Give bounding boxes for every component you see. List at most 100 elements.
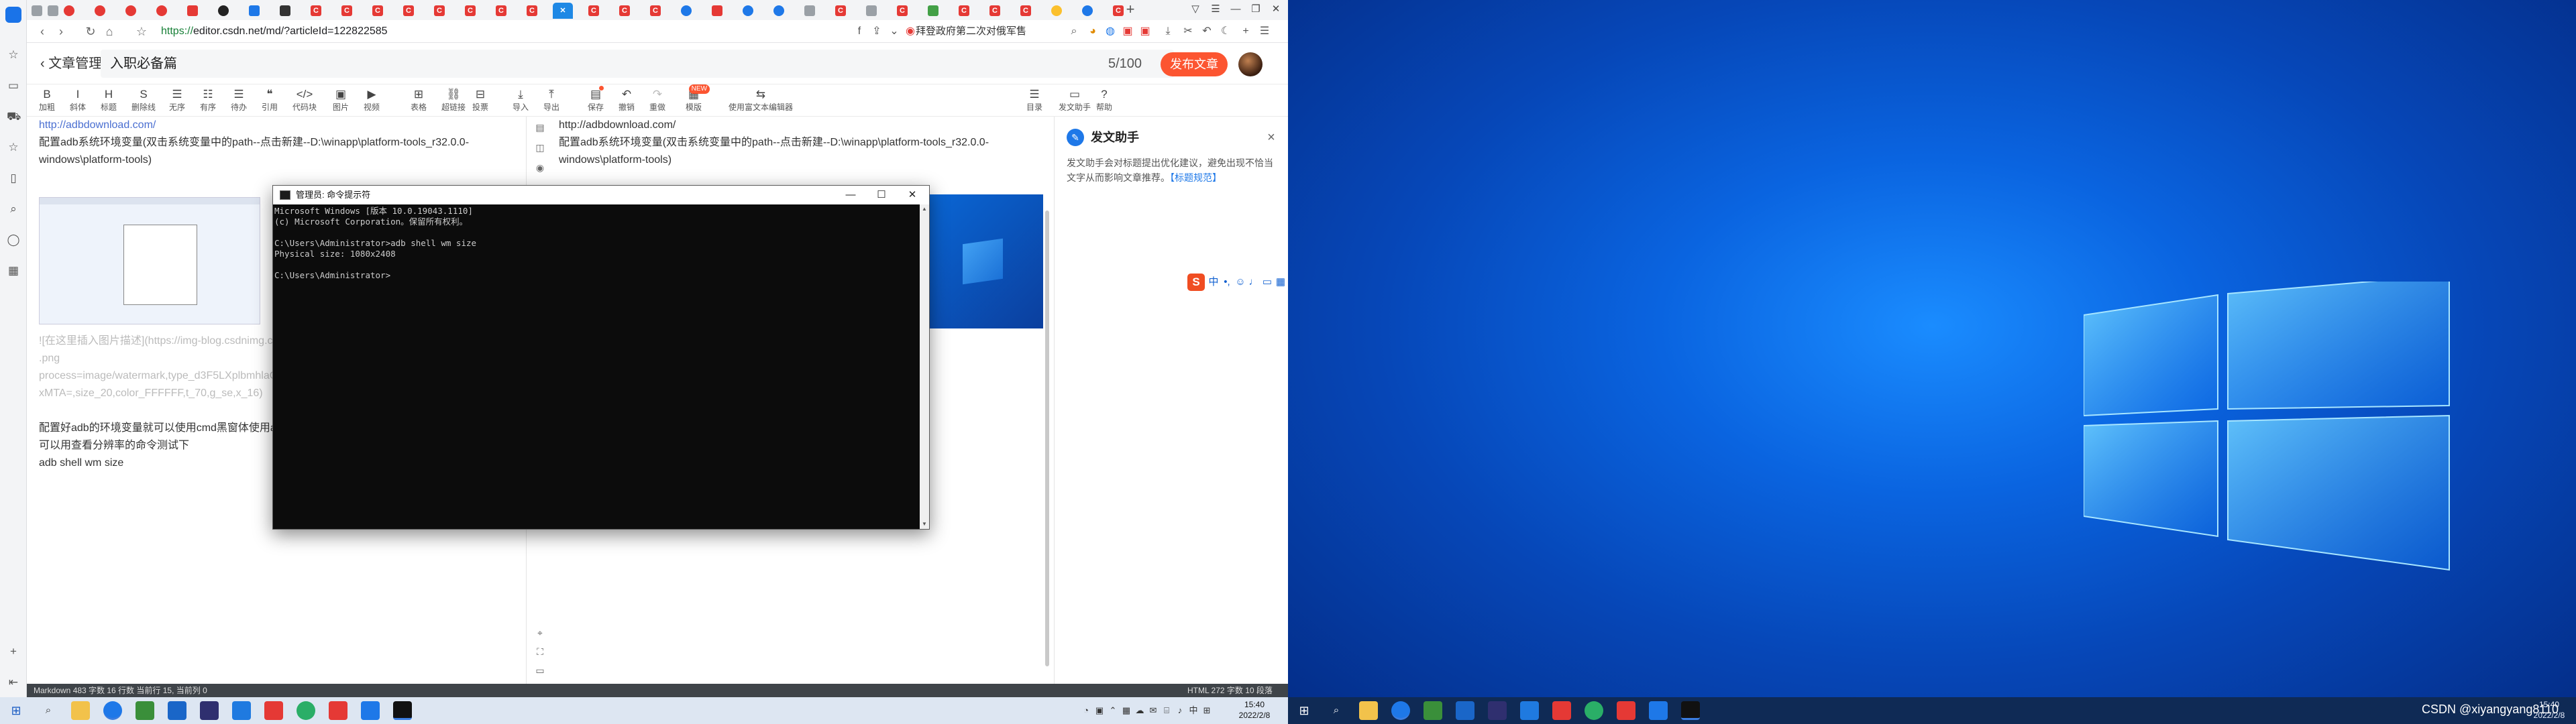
- tab[interactable]: [121, 3, 141, 19]
- tab[interactable]: C: [337, 3, 357, 19]
- toolbar-bold-button[interactable]: B 加粗: [39, 87, 55, 115]
- toolbar-toc-button[interactable]: ☰ 目录: [1026, 87, 1042, 115]
- ime-punct-icon[interactable]: •,: [1221, 275, 1233, 290]
- bookmark-star-icon[interactable]: ☆: [134, 24, 149, 39]
- tab[interactable]: C: [830, 3, 851, 19]
- toolbar-undo-button[interactable]: ↶ 撤销: [619, 87, 635, 115]
- tools-icon[interactable]: ✂: [1181, 24, 1195, 39]
- tab[interactable]: C: [614, 3, 635, 19]
- app-icon[interactable]: [1649, 701, 1668, 720]
- cmd-taskbar-icon[interactable]: [393, 701, 412, 720]
- undo-nav-icon[interactable]: ↶: [1199, 24, 1214, 39]
- tab[interactable]: [1046, 3, 1067, 19]
- cmd-output[interactable]: Microsoft Windows [版本 10.0.19043.1110] (c…: [273, 204, 921, 529]
- add-sidebar-icon[interactable]: +: [7, 645, 20, 658]
- search-icon[interactable]: ⌕: [39, 701, 58, 720]
- article-title-input[interactable]: 入职必备篇: [101, 50, 1174, 78]
- start-icon[interactable]: ⊞: [1295, 701, 1313, 720]
- toolbar-video-button[interactable]: ▶ 视频: [364, 87, 380, 115]
- toolbar-assistant-button[interactable]: ▭ 发文助手: [1059, 87, 1091, 115]
- extension-icon[interactable]: ◍: [1103, 24, 1118, 39]
- collapse-sidebar-icon[interactable]: ⇤: [7, 676, 20, 689]
- scrollbar-thumb[interactable]: [1045, 210, 1049, 666]
- app-icon[interactable]: [1552, 701, 1571, 720]
- app-icon[interactable]: [168, 701, 186, 720]
- scroll-down-icon[interactable]: ▼: [920, 520, 929, 529]
- new-tab-icon[interactable]: +: [1123, 2, 1138, 17]
- locate-icon[interactable]: ⌖: [533, 626, 547, 640]
- tab[interactable]: [800, 3, 820, 19]
- toolbar-strike-button[interactable]: S 删除线: [131, 87, 156, 115]
- app-icon[interactable]: [1520, 701, 1539, 720]
- cmd-taskbar-icon[interactable]: [1681, 701, 1700, 720]
- chat-icon[interactable]: ◯: [7, 233, 20, 247]
- toolbar-export-button[interactable]: ⤒ 导出: [543, 87, 559, 115]
- ime-keyboard-icon[interactable]: ▭: [1261, 275, 1273, 290]
- tab[interactable]: [213, 3, 233, 19]
- edge-icon[interactable]: [1391, 701, 1410, 720]
- maximize-icon[interactable]: ❐: [1248, 2, 1264, 17]
- app-icon[interactable]: [1617, 701, 1635, 720]
- tab[interactable]: [275, 3, 295, 19]
- reload-icon[interactable]: ↻: [83, 24, 98, 39]
- extension2-icon[interactable]: ▣: [1138, 24, 1152, 39]
- close-icon[interactable]: ✕: [897, 186, 928, 204]
- toolbar-redo-button[interactable]: ↷ 重做: [649, 87, 665, 115]
- favorites-icon[interactable]: ☆: [7, 48, 20, 62]
- menu-icon[interactable]: ☰: [1257, 24, 1272, 39]
- edge-icon[interactable]: [103, 701, 122, 720]
- tray-icon[interactable]: ✉: [1147, 704, 1159, 717]
- tab[interactable]: C: [645, 3, 665, 19]
- cmd-scrollbar[interactable]: ▲ ▼: [920, 204, 929, 529]
- tab[interactable]: C: [584, 3, 604, 19]
- toolbar-template-button[interactable]: ▦ 模版 NEW: [686, 84, 710, 115]
- tab[interactable]: C: [522, 3, 542, 19]
- tab[interactable]: [707, 3, 727, 19]
- forward-icon[interactable]: ›: [54, 24, 68, 39]
- scroll-up-icon[interactable]: ▲: [920, 204, 929, 214]
- toolbar-codeblock-button[interactable]: </> 代码块: [292, 87, 317, 115]
- ime-emoji-icon[interactable]: ☺: [1234, 275, 1246, 290]
- tab[interactable]: C: [398, 3, 419, 19]
- tab[interactable]: C: [491, 3, 511, 19]
- cmd-titlebar[interactable]: 管理员: 命令提示符 — ☐ ✕: [273, 186, 929, 204]
- preview-toggle-icon[interactable]: ▤: [533, 121, 547, 134]
- star-icon[interactable]: ☆: [7, 141, 20, 154]
- eye-icon[interactable]: ◉: [533, 161, 547, 174]
- app-icon[interactable]: [329, 701, 347, 720]
- tray-icon[interactable]: ☁: [1134, 704, 1146, 717]
- dropdown-icon[interactable]: ⌄: [887, 24, 902, 39]
- app-icon[interactable]: [232, 701, 251, 720]
- pin-icon[interactable]: ☰: [1208, 2, 1224, 17]
- browser-logo-icon[interactable]: [5, 7, 21, 23]
- toolbar-vote-button[interactable]: ⊟ 投票: [472, 87, 488, 115]
- toolbar-link-button[interactable]: ⛓ 超链接: [441, 87, 466, 115]
- reader-icon[interactable]: f: [852, 24, 867, 39]
- sogou-icon[interactable]: S: [1187, 274, 1205, 291]
- close-icon[interactable]: ×: [1264, 130, 1279, 145]
- home-icon[interactable]: ⌂: [102, 24, 117, 39]
- news-ticker[interactable]: 拜登政府第二次对俄军售: [916, 24, 1063, 39]
- app-icon[interactable]: [361, 701, 380, 720]
- tab[interactable]: [90, 3, 110, 19]
- toolbar-quote-button[interactable]: ❝ 引用: [262, 87, 278, 115]
- tab[interactable]: [182, 3, 203, 19]
- file-explorer-icon[interactable]: [1359, 701, 1378, 720]
- ime-indicator[interactable]: 中: [1187, 704, 1199, 717]
- search-sidebar-icon[interactable]: ⌕: [7, 202, 20, 216]
- ime-icon[interactable]: ⊞: [1201, 704, 1213, 717]
- toolbar-unordered-button[interactable]: ☰ 无序: [169, 87, 185, 115]
- tray-icon[interactable]: ▣: [1093, 704, 1106, 717]
- tab[interactable]: C: [985, 3, 1005, 19]
- minimize-icon[interactable]: —: [835, 186, 866, 204]
- start-icon[interactable]: ⊞: [7, 701, 25, 720]
- tray-icon[interactable]: ⌃: [1107, 704, 1119, 717]
- tab[interactable]: C: [954, 3, 974, 19]
- tab[interactable]: [738, 3, 758, 19]
- bottom-icon[interactable]: ▭: [533, 664, 547, 677]
- back-icon[interactable]: ‹: [35, 24, 50, 39]
- wechat-icon[interactable]: [1585, 701, 1603, 720]
- tab[interactable]: C: [892, 3, 912, 19]
- game-icon[interactable]: ◕: [1085, 24, 1100, 39]
- search-icon[interactable]: ⌕: [1327, 701, 1346, 720]
